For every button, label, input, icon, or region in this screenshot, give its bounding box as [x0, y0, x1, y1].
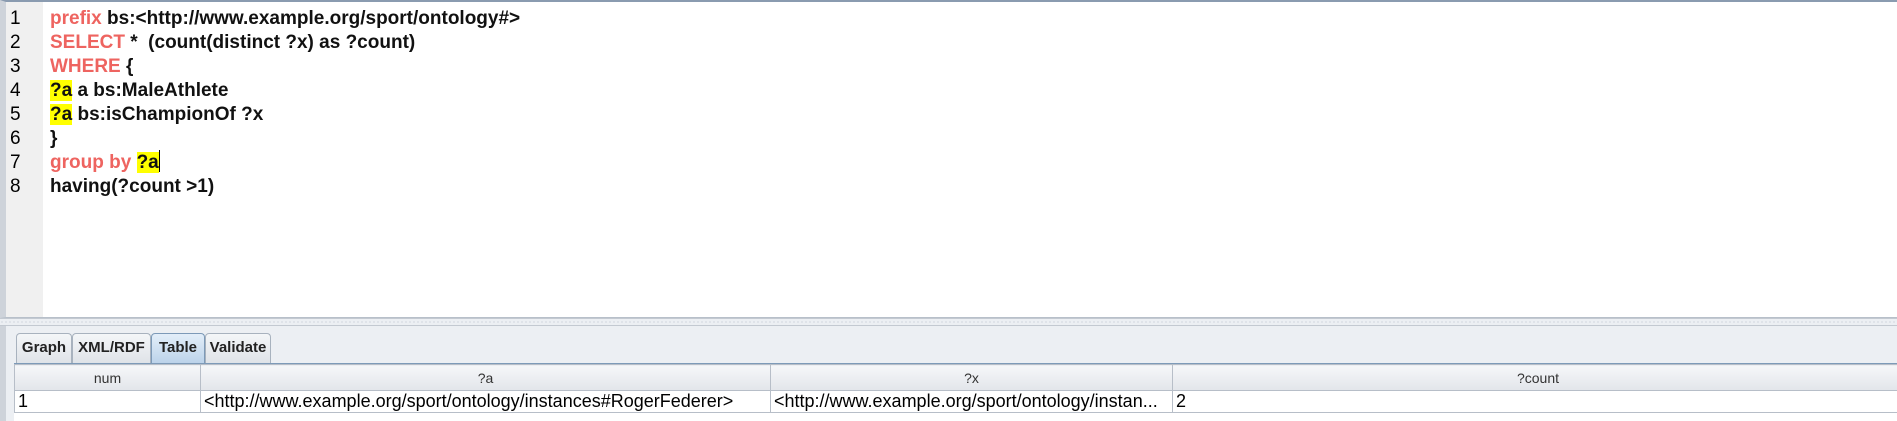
query-editor[interactable]: 1 2 3 4 5 6 7 8 prefix bs:<http://www.ex… [0, 0, 1897, 318]
line-number: 5 [10, 104, 21, 125]
sparql-keyword: prefix [50, 8, 102, 29]
line-number: 8 [10, 176, 21, 197]
results-table-container: num ?a ?x ?count 1 <http://www.example.o… [14, 363, 1897, 421]
table-cell[interactable]: 2 [1172, 390, 1897, 413]
sparql-keyword: group by [50, 152, 132, 173]
table-cell[interactable]: 1 [14, 390, 201, 413]
line-number-gutter: 1 2 3 4 5 6 7 8 [6, 2, 43, 317]
line-number: 4 [10, 80, 21, 101]
highlighted-variable: ?a [50, 80, 73, 101]
code-text: bs:isChampionOf ?x [72, 104, 264, 125]
column-header-count[interactable]: ?count [1172, 364, 1897, 391]
column-header-x[interactable]: ?x [770, 364, 1173, 391]
sparql-keyword: WHERE [50, 56, 121, 77]
code-text: { [120, 56, 134, 77]
tab-validate[interactable]: Validate [205, 333, 271, 363]
tab-graph[interactable]: Graph [16, 333, 72, 363]
table-cell[interactable]: <http://www.example.org/sport/ontology/i… [770, 390, 1173, 413]
line-number: 1 [10, 8, 21, 29]
line-number: 2 [10, 32, 21, 53]
code-text: a bs:MaleAthlete [72, 80, 229, 101]
line-number: 7 [10, 152, 21, 173]
table-header-row: num ?a ?x ?count [14, 364, 1897, 391]
code-text: having(?count >1) [50, 176, 215, 197]
sparql-keyword: SELECT [50, 32, 125, 53]
split-pane-divider[interactable] [0, 318, 1897, 326]
code-line-8: having(?count >1) [50, 174, 214, 202]
highlighted-variable: ?a [50, 104, 73, 125]
highlighted-variable: ?a [136, 152, 159, 173]
line-number: 3 [10, 56, 21, 77]
text-caret [158, 150, 160, 172]
tab-table[interactable]: Table [151, 333, 205, 363]
tab-xml-rdf[interactable]: XML/RDF [72, 333, 151, 363]
results-panel: Graph XML/RDF Table Validate num ?a ?x ?… [0, 326, 1897, 421]
table-row[interactable]: 1 <http://www.example.org/sport/ontology… [14, 390, 1897, 413]
table-cell[interactable]: <http://www.example.org/sport/ontology/i… [200, 390, 771, 413]
column-header-num[interactable]: num [14, 364, 201, 391]
column-header-a[interactable]: ?a [200, 364, 771, 391]
code-text: bs:<http://www.example.org/sport/ontolog… [101, 8, 521, 29]
results-table: num ?a ?x ?count 1 <http://www.example.o… [14, 364, 1897, 413]
code-text: } [50, 128, 58, 149]
code-text: * (count(distinct ?x) as ?count) [124, 32, 416, 53]
line-number: 6 [10, 128, 21, 149]
splitter-grip [0, 321, 1897, 323]
code-line-5: ?a bs:isChampionOf ?x [50, 102, 263, 130]
